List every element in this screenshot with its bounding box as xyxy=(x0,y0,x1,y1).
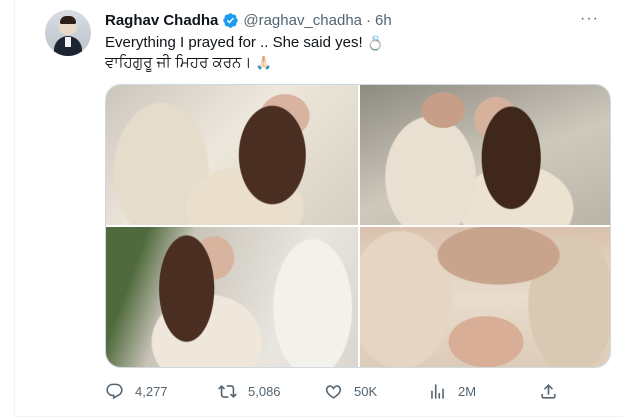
author-handle[interactable]: @raghav_chadha xyxy=(243,12,362,29)
retweet-icon xyxy=(218,384,237,398)
reply-count: 4,277 xyxy=(135,383,168,399)
tweet-text-line-1: Everything I prayed for .. She said yes!… xyxy=(105,33,384,53)
views-count: 2M xyxy=(458,383,477,399)
more-icon[interactable]: ··· xyxy=(580,10,599,28)
tweet-header: Raghav Chadha @raghav_chadha · 6h xyxy=(105,10,392,30)
reply-button[interactable]: 4,277 xyxy=(105,382,218,401)
like-button[interactable]: 50K xyxy=(324,382,428,401)
tweet-card[interactable]: Raghav Chadha @raghav_chadha · 6h ··· Ev… xyxy=(14,0,623,417)
reply-icon xyxy=(106,383,123,399)
avatar-hair xyxy=(60,16,76,24)
share-button[interactable] xyxy=(539,382,558,401)
retweet-button[interactable]: 5,086 xyxy=(218,382,324,401)
praying-hands-emoji-icon: 🙏🏻 xyxy=(255,55,272,70)
share-icon xyxy=(541,383,556,399)
views-button[interactable]: 2M xyxy=(428,382,539,401)
separator-dot: · xyxy=(366,11,372,29)
ring-emoji-icon: 💍 xyxy=(366,35,385,51)
tweet-text: Everything I prayed for .. She said yes!… xyxy=(105,33,384,73)
tweet-text-english: Everything I prayed for .. She said yes! xyxy=(105,34,363,51)
avatar-collar xyxy=(65,37,71,47)
like-count: 50K xyxy=(354,383,378,399)
photo-2[interactable] xyxy=(360,85,610,225)
media-grid xyxy=(105,84,611,368)
views-icon xyxy=(431,383,444,399)
photo-4[interactable] xyxy=(360,227,610,367)
tweet-time[interactable]: 6h xyxy=(375,12,392,29)
photo-3[interactable] xyxy=(106,227,358,367)
avatar[interactable] xyxy=(45,10,91,56)
retweet-count: 5,086 xyxy=(248,383,281,399)
photo-1[interactable] xyxy=(106,85,358,225)
tweet-text-line-2: ਵਾਹਿਗੁਰੂ ਜੀ ਮਿਹਰ ਕਰਨ। 🙏🏻 xyxy=(105,53,384,73)
author-name[interactable]: Raghav Chadha xyxy=(105,12,218,29)
like-icon xyxy=(325,384,342,399)
action-bar: 4,277 5,086 50K 2M xyxy=(105,380,558,402)
tweet-text-punjabi: ਵਾਹਿਗੁਰੂ ਜੀ ਮਿਹਰ ਕਰਨ। xyxy=(105,54,252,71)
verified-badge-icon xyxy=(223,12,239,28)
